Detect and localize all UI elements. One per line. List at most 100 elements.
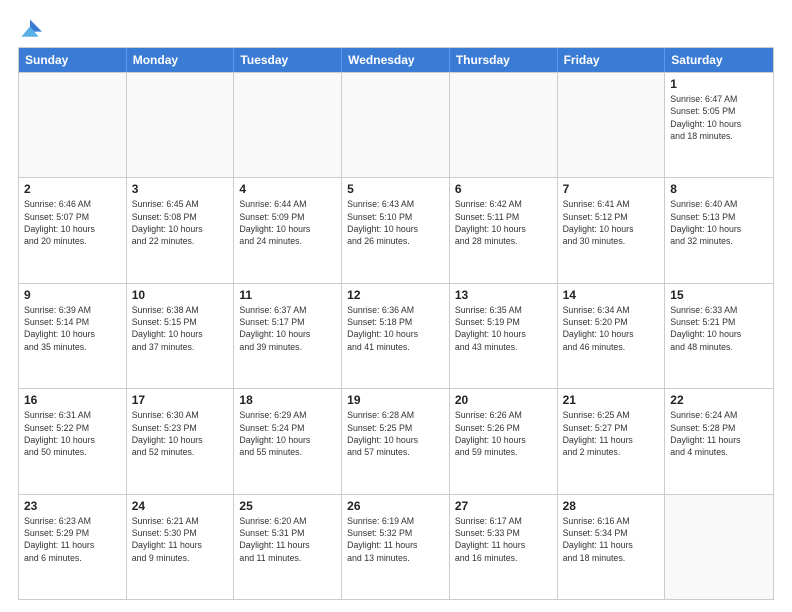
- calendar-cell: 10 Sunrise: 6:38 AM Sunset: 5:15 PM Dayli…: [127, 284, 235, 388]
- calendar-cell: 12 Sunrise: 6:36 AM Sunset: 5:18 PM Dayli…: [342, 284, 450, 388]
- cell-date: 23: [24, 499, 121, 513]
- cell-date: 24: [132, 499, 229, 513]
- calendar-cell: 9 Sunrise: 6:39 AM Sunset: 5:14 PM Daylig…: [19, 284, 127, 388]
- cell-date: 6: [455, 182, 552, 196]
- calendar-cell: [665, 495, 773, 599]
- calendar-cell: 2 Sunrise: 6:46 AM Sunset: 5:07 PM Daylig…: [19, 178, 127, 282]
- cell-date: 20: [455, 393, 552, 407]
- calendar-cell: [558, 73, 666, 177]
- cell-date: 9: [24, 288, 121, 302]
- cell-info: Sunrise: 6:44 AM Sunset: 5:09 PM Dayligh…: [239, 198, 336, 247]
- cell-date: 21: [563, 393, 660, 407]
- weekday-header-sunday: Sunday: [19, 48, 127, 72]
- cell-info: Sunrise: 6:40 AM Sunset: 5:13 PM Dayligh…: [670, 198, 768, 247]
- cell-info: Sunrise: 6:31 AM Sunset: 5:22 PM Dayligh…: [24, 409, 121, 458]
- cell-info: Sunrise: 6:34 AM Sunset: 5:20 PM Dayligh…: [563, 304, 660, 353]
- cell-info: Sunrise: 6:42 AM Sunset: 5:11 PM Dayligh…: [455, 198, 552, 247]
- cell-date: 3: [132, 182, 229, 196]
- cell-date: 27: [455, 499, 552, 513]
- weekday-header-tuesday: Tuesday: [234, 48, 342, 72]
- calendar-cell: 17 Sunrise: 6:30 AM Sunset: 5:23 PM Dayli…: [127, 389, 235, 493]
- cell-info: Sunrise: 6:16 AM Sunset: 5:34 PM Dayligh…: [563, 515, 660, 564]
- cell-info: Sunrise: 6:28 AM Sunset: 5:25 PM Dayligh…: [347, 409, 444, 458]
- cell-info: Sunrise: 6:17 AM Sunset: 5:33 PM Dayligh…: [455, 515, 552, 564]
- calendar-cell: [19, 73, 127, 177]
- cell-info: Sunrise: 6:21 AM Sunset: 5:30 PM Dayligh…: [132, 515, 229, 564]
- cell-info: Sunrise: 6:35 AM Sunset: 5:19 PM Dayligh…: [455, 304, 552, 353]
- calendar-cell: 20 Sunrise: 6:26 AM Sunset: 5:26 PM Dayli…: [450, 389, 558, 493]
- cell-date: 19: [347, 393, 444, 407]
- calendar: SundayMondayTuesdayWednesdayThursdayFrid…: [18, 47, 774, 600]
- cell-date: 8: [670, 182, 768, 196]
- cell-info: Sunrise: 6:25 AM Sunset: 5:27 PM Dayligh…: [563, 409, 660, 458]
- cell-info: Sunrise: 6:19 AM Sunset: 5:32 PM Dayligh…: [347, 515, 444, 564]
- cell-date: 22: [670, 393, 768, 407]
- weekday-header-wednesday: Wednesday: [342, 48, 450, 72]
- calendar-cell: 26 Sunrise: 6:19 AM Sunset: 5:32 PM Dayli…: [342, 495, 450, 599]
- header: [18, 18, 774, 39]
- calendar-cell: 22Sunrise: 6:24 AM Sunset: 5:28 PM Dayli…: [665, 389, 773, 493]
- calendar-cell: 3 Sunrise: 6:45 AM Sunset: 5:08 PM Daylig…: [127, 178, 235, 282]
- cell-date: 2: [24, 182, 121, 196]
- cell-date: 14: [563, 288, 660, 302]
- weekday-header-monday: Monday: [127, 48, 235, 72]
- calendar-cell: 7 Sunrise: 6:41 AM Sunset: 5:12 PM Daylig…: [558, 178, 666, 282]
- cell-date: 10: [132, 288, 229, 302]
- cell-info: Sunrise: 6:45 AM Sunset: 5:08 PM Dayligh…: [132, 198, 229, 247]
- logo: [18, 18, 46, 39]
- calendar-row-4: 23 Sunrise: 6:23 AM Sunset: 5:29 PM Dayli…: [19, 494, 773, 599]
- calendar-row-3: 16 Sunrise: 6:31 AM Sunset: 5:22 PM Dayli…: [19, 388, 773, 493]
- cell-info: Sunrise: 6:30 AM Sunset: 5:23 PM Dayligh…: [132, 409, 229, 458]
- calendar-header: SundayMondayTuesdayWednesdayThursdayFrid…: [19, 48, 773, 72]
- calendar-cell: 28 Sunrise: 6:16 AM Sunset: 5:34 PM Dayli…: [558, 495, 666, 599]
- cell-date: 12: [347, 288, 444, 302]
- calendar-body: 1 Sunrise: 6:47 AM Sunset: 5:05 PM Daylig…: [19, 72, 773, 599]
- calendar-cell: [234, 73, 342, 177]
- calendar-cell: 27 Sunrise: 6:17 AM Sunset: 5:33 PM Dayli…: [450, 495, 558, 599]
- cell-info: Sunrise: 6:46 AM Sunset: 5:07 PM Dayligh…: [24, 198, 121, 247]
- cell-date: 26: [347, 499, 444, 513]
- cell-info: Sunrise: 6:47 AM Sunset: 5:05 PM Dayligh…: [670, 93, 768, 142]
- calendar-cell: 21 Sunrise: 6:25 AM Sunset: 5:27 PM Dayli…: [558, 389, 666, 493]
- weekday-header-saturday: Saturday: [665, 48, 773, 72]
- calendar-cell: 24 Sunrise: 6:21 AM Sunset: 5:30 PM Dayli…: [127, 495, 235, 599]
- cell-date: 17: [132, 393, 229, 407]
- calendar-cell: 16 Sunrise: 6:31 AM Sunset: 5:22 PM Dayli…: [19, 389, 127, 493]
- calendar-cell: 8 Sunrise: 6:40 AM Sunset: 5:13 PM Daylig…: [665, 178, 773, 282]
- cell-info: Sunrise: 6:36 AM Sunset: 5:18 PM Dayligh…: [347, 304, 444, 353]
- calendar-cell: 19 Sunrise: 6:28 AM Sunset: 5:25 PM Dayli…: [342, 389, 450, 493]
- weekday-header-friday: Friday: [558, 48, 666, 72]
- cell-date: 4: [239, 182, 336, 196]
- cell-info: Sunrise: 6:20 AM Sunset: 5:31 PM Dayligh…: [239, 515, 336, 564]
- calendar-cell: 4 Sunrise: 6:44 AM Sunset: 5:09 PM Daylig…: [234, 178, 342, 282]
- cell-date: 1: [670, 77, 768, 91]
- calendar-cell: 18 Sunrise: 6:29 AM Sunset: 5:24 PM Dayli…: [234, 389, 342, 493]
- cell-info: Sunrise: 6:38 AM Sunset: 5:15 PM Dayligh…: [132, 304, 229, 353]
- calendar-row-0: 1 Sunrise: 6:47 AM Sunset: 5:05 PM Daylig…: [19, 72, 773, 177]
- cell-info: Sunrise: 6:37 AM Sunset: 5:17 PM Dayligh…: [239, 304, 336, 353]
- calendar-cell: 11Sunrise: 6:37 AM Sunset: 5:17 PM Dayli…: [234, 284, 342, 388]
- calendar-cell: 6 Sunrise: 6:42 AM Sunset: 5:11 PM Daylig…: [450, 178, 558, 282]
- cell-date: 25: [239, 499, 336, 513]
- cell-info: Sunrise: 6:23 AM Sunset: 5:29 PM Dayligh…: [24, 515, 121, 564]
- cell-date: 15: [670, 288, 768, 302]
- cell-date: 7: [563, 182, 660, 196]
- calendar-cell: [450, 73, 558, 177]
- cell-date: 5: [347, 182, 444, 196]
- page: SundayMondayTuesdayWednesdayThursdayFrid…: [0, 0, 792, 612]
- cell-info: Sunrise: 6:26 AM Sunset: 5:26 PM Dayligh…: [455, 409, 552, 458]
- cell-info: Sunrise: 6:39 AM Sunset: 5:14 PM Dayligh…: [24, 304, 121, 353]
- cell-date: 28: [563, 499, 660, 513]
- cell-info: Sunrise: 6:29 AM Sunset: 5:24 PM Dayligh…: [239, 409, 336, 458]
- cell-info: Sunrise: 6:43 AM Sunset: 5:10 PM Dayligh…: [347, 198, 444, 247]
- cell-info: Sunrise: 6:33 AM Sunset: 5:21 PM Dayligh…: [670, 304, 768, 353]
- cell-info: Sunrise: 6:41 AM Sunset: 5:12 PM Dayligh…: [563, 198, 660, 247]
- calendar-cell: 1 Sunrise: 6:47 AM Sunset: 5:05 PM Daylig…: [665, 73, 773, 177]
- calendar-cell: 25 Sunrise: 6:20 AM Sunset: 5:31 PM Dayli…: [234, 495, 342, 599]
- weekday-header-thursday: Thursday: [450, 48, 558, 72]
- calendar-cell: [342, 73, 450, 177]
- calendar-cell: 23 Sunrise: 6:23 AM Sunset: 5:29 PM Dayli…: [19, 495, 127, 599]
- calendar-cell: 5 Sunrise: 6:43 AM Sunset: 5:10 PM Daylig…: [342, 178, 450, 282]
- cell-date: 16: [24, 393, 121, 407]
- cell-date: 18: [239, 393, 336, 407]
